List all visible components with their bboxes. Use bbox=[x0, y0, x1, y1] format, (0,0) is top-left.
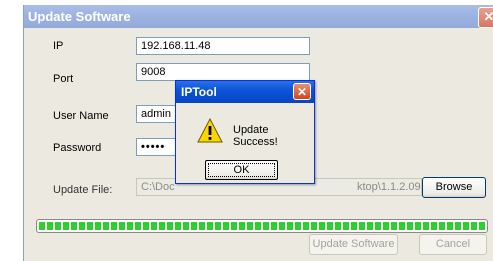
dialog-close-button[interactable]: ✕ bbox=[293, 83, 311, 100]
ok-button[interactable]: OK bbox=[205, 160, 278, 180]
browse-button[interactable]: Browse bbox=[422, 177, 486, 198]
iptool-dialog: IPTool ✕ Update Success! OK bbox=[175, 80, 315, 184]
ip-label: IP bbox=[53, 40, 64, 52]
update-software-button[interactable]: Update Software bbox=[309, 234, 398, 255]
progress-bar bbox=[36, 219, 488, 233]
ip-field[interactable]: 192.168.11.48 bbox=[136, 37, 310, 55]
dialog-message: Update Success! bbox=[233, 124, 278, 148]
warning-icon bbox=[197, 118, 223, 143]
window-title-bar[interactable]: Update Software ✕ bbox=[24, 5, 493, 28]
port-label: Port bbox=[53, 73, 74, 85]
port-field[interactable]: 9008 bbox=[136, 63, 310, 81]
update-file-path-start: C:\Doc bbox=[141, 181, 175, 193]
password-label: Password bbox=[53, 142, 102, 154]
cancel-button[interactable]: Cancel bbox=[419, 234, 487, 255]
update-file-label: Update File: bbox=[53, 184, 113, 196]
update-file-path-end: ktop\1.1.2.090801\T bbox=[357, 181, 421, 193]
window-close-button[interactable]: ✕ bbox=[478, 7, 493, 28]
username-label: User Name bbox=[53, 110, 109, 122]
dialog-title-bar[interactable]: IPTool ✕ bbox=[176, 81, 314, 103]
dialog-title: IPTool bbox=[181, 85, 217, 99]
window-title: Update Software bbox=[28, 9, 131, 24]
progress-fill bbox=[39, 222, 485, 230]
